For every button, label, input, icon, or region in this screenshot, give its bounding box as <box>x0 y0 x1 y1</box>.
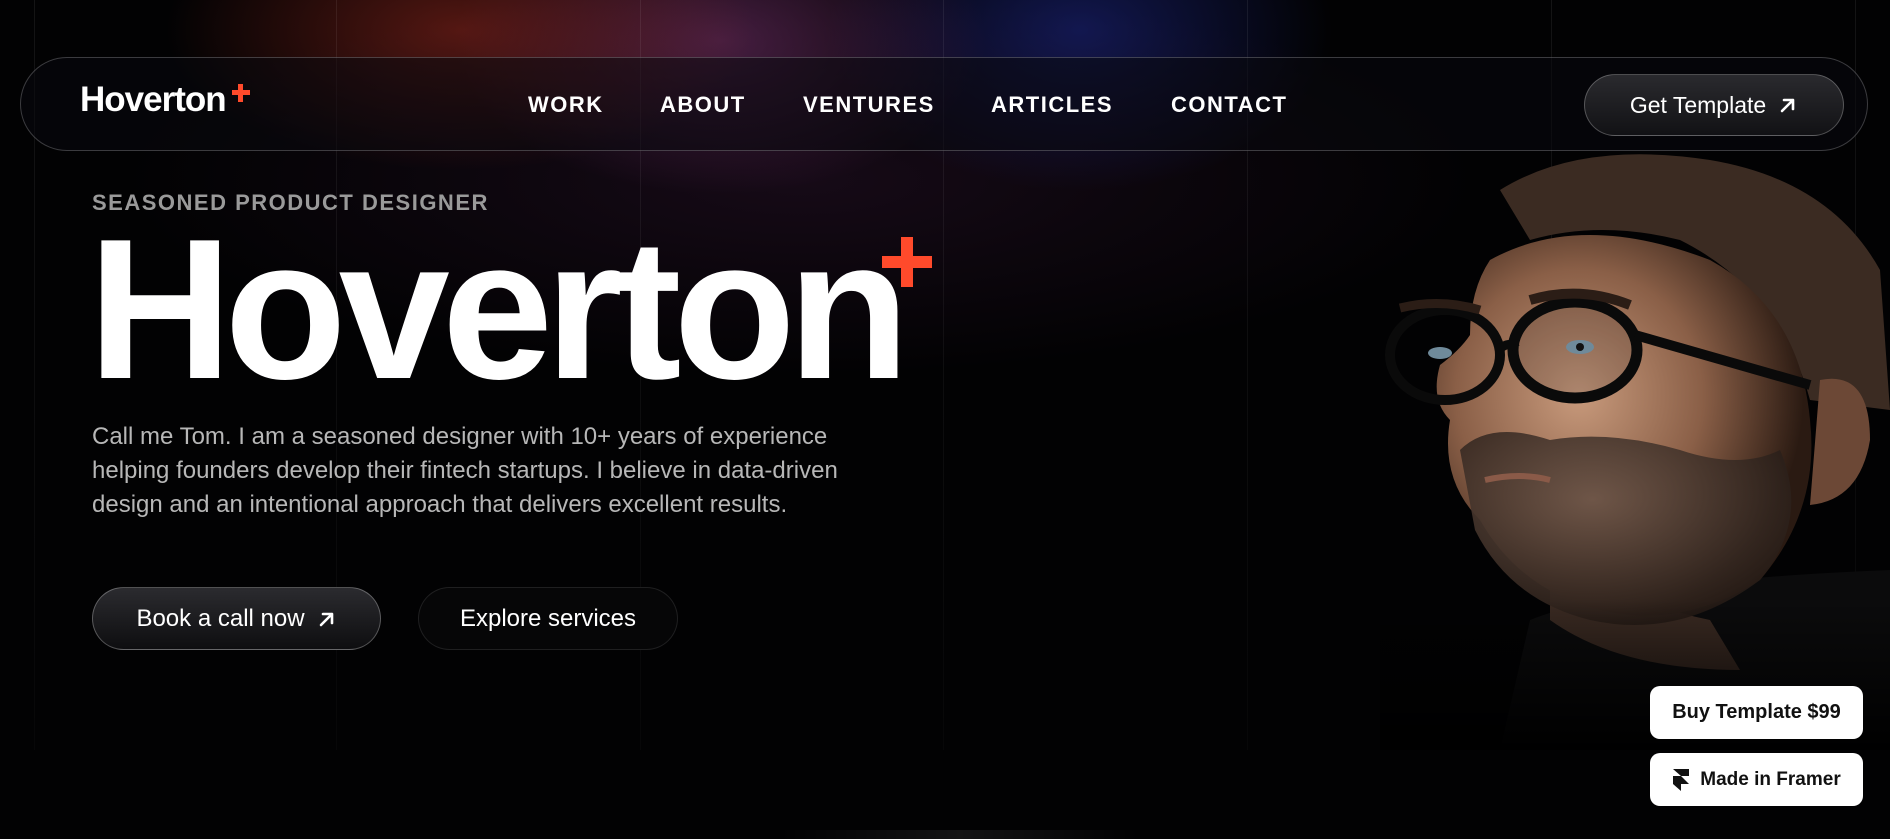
book-call-button[interactable]: Book a call now <box>92 587 381 650</box>
title-plus-icon <box>882 237 932 287</box>
explore-services-label: Explore services <box>459 604 637 632</box>
hero-description: Call me Tom. I am a seasoned designer wi… <box>92 423 838 518</box>
buy-template-label: Buy Template $99 <box>1672 701 1841 723</box>
nav-item-about[interactable]: ABOUT <box>660 92 746 118</box>
get-template-label: Get Template <box>1629 91 1767 118</box>
section-divider <box>780 830 1140 839</box>
nav-item-work[interactable]: WORK <box>528 92 604 118</box>
book-call-label: Book a call now <box>136 604 305 632</box>
made-in-framer-label: Made in Framer <box>1700 768 1841 790</box>
buy-template-badge[interactable]: Buy Template $99 <box>1650 686 1863 739</box>
logo-plus-icon <box>232 84 250 102</box>
made-in-framer-badge[interactable]: Made in Framer <box>1650 753 1863 806</box>
arrow-up-right-icon <box>1780 98 1795 113</box>
nav-item-contact[interactable]: CONTACT <box>1171 92 1287 118</box>
hero-title: Hoverton <box>88 198 910 421</box>
arrow-up-right-icon <box>319 612 333 626</box>
portrait-image <box>1380 150 1890 750</box>
explore-services-button[interactable]: Explore services <box>418 587 678 650</box>
framer-logo-icon <box>1673 768 1690 791</box>
nav-item-articles[interactable]: ARTICLES <box>991 92 1113 118</box>
page: Hoverton WORK ABOUT VENTURES ARTICLES CO… <box>0 0 1890 839</box>
logo[interactable]: Hoverton <box>80 80 227 120</box>
get-template-button[interactable]: Get Template <box>1584 74 1844 136</box>
nav-item-ventures[interactable]: VENTURES <box>803 92 935 118</box>
